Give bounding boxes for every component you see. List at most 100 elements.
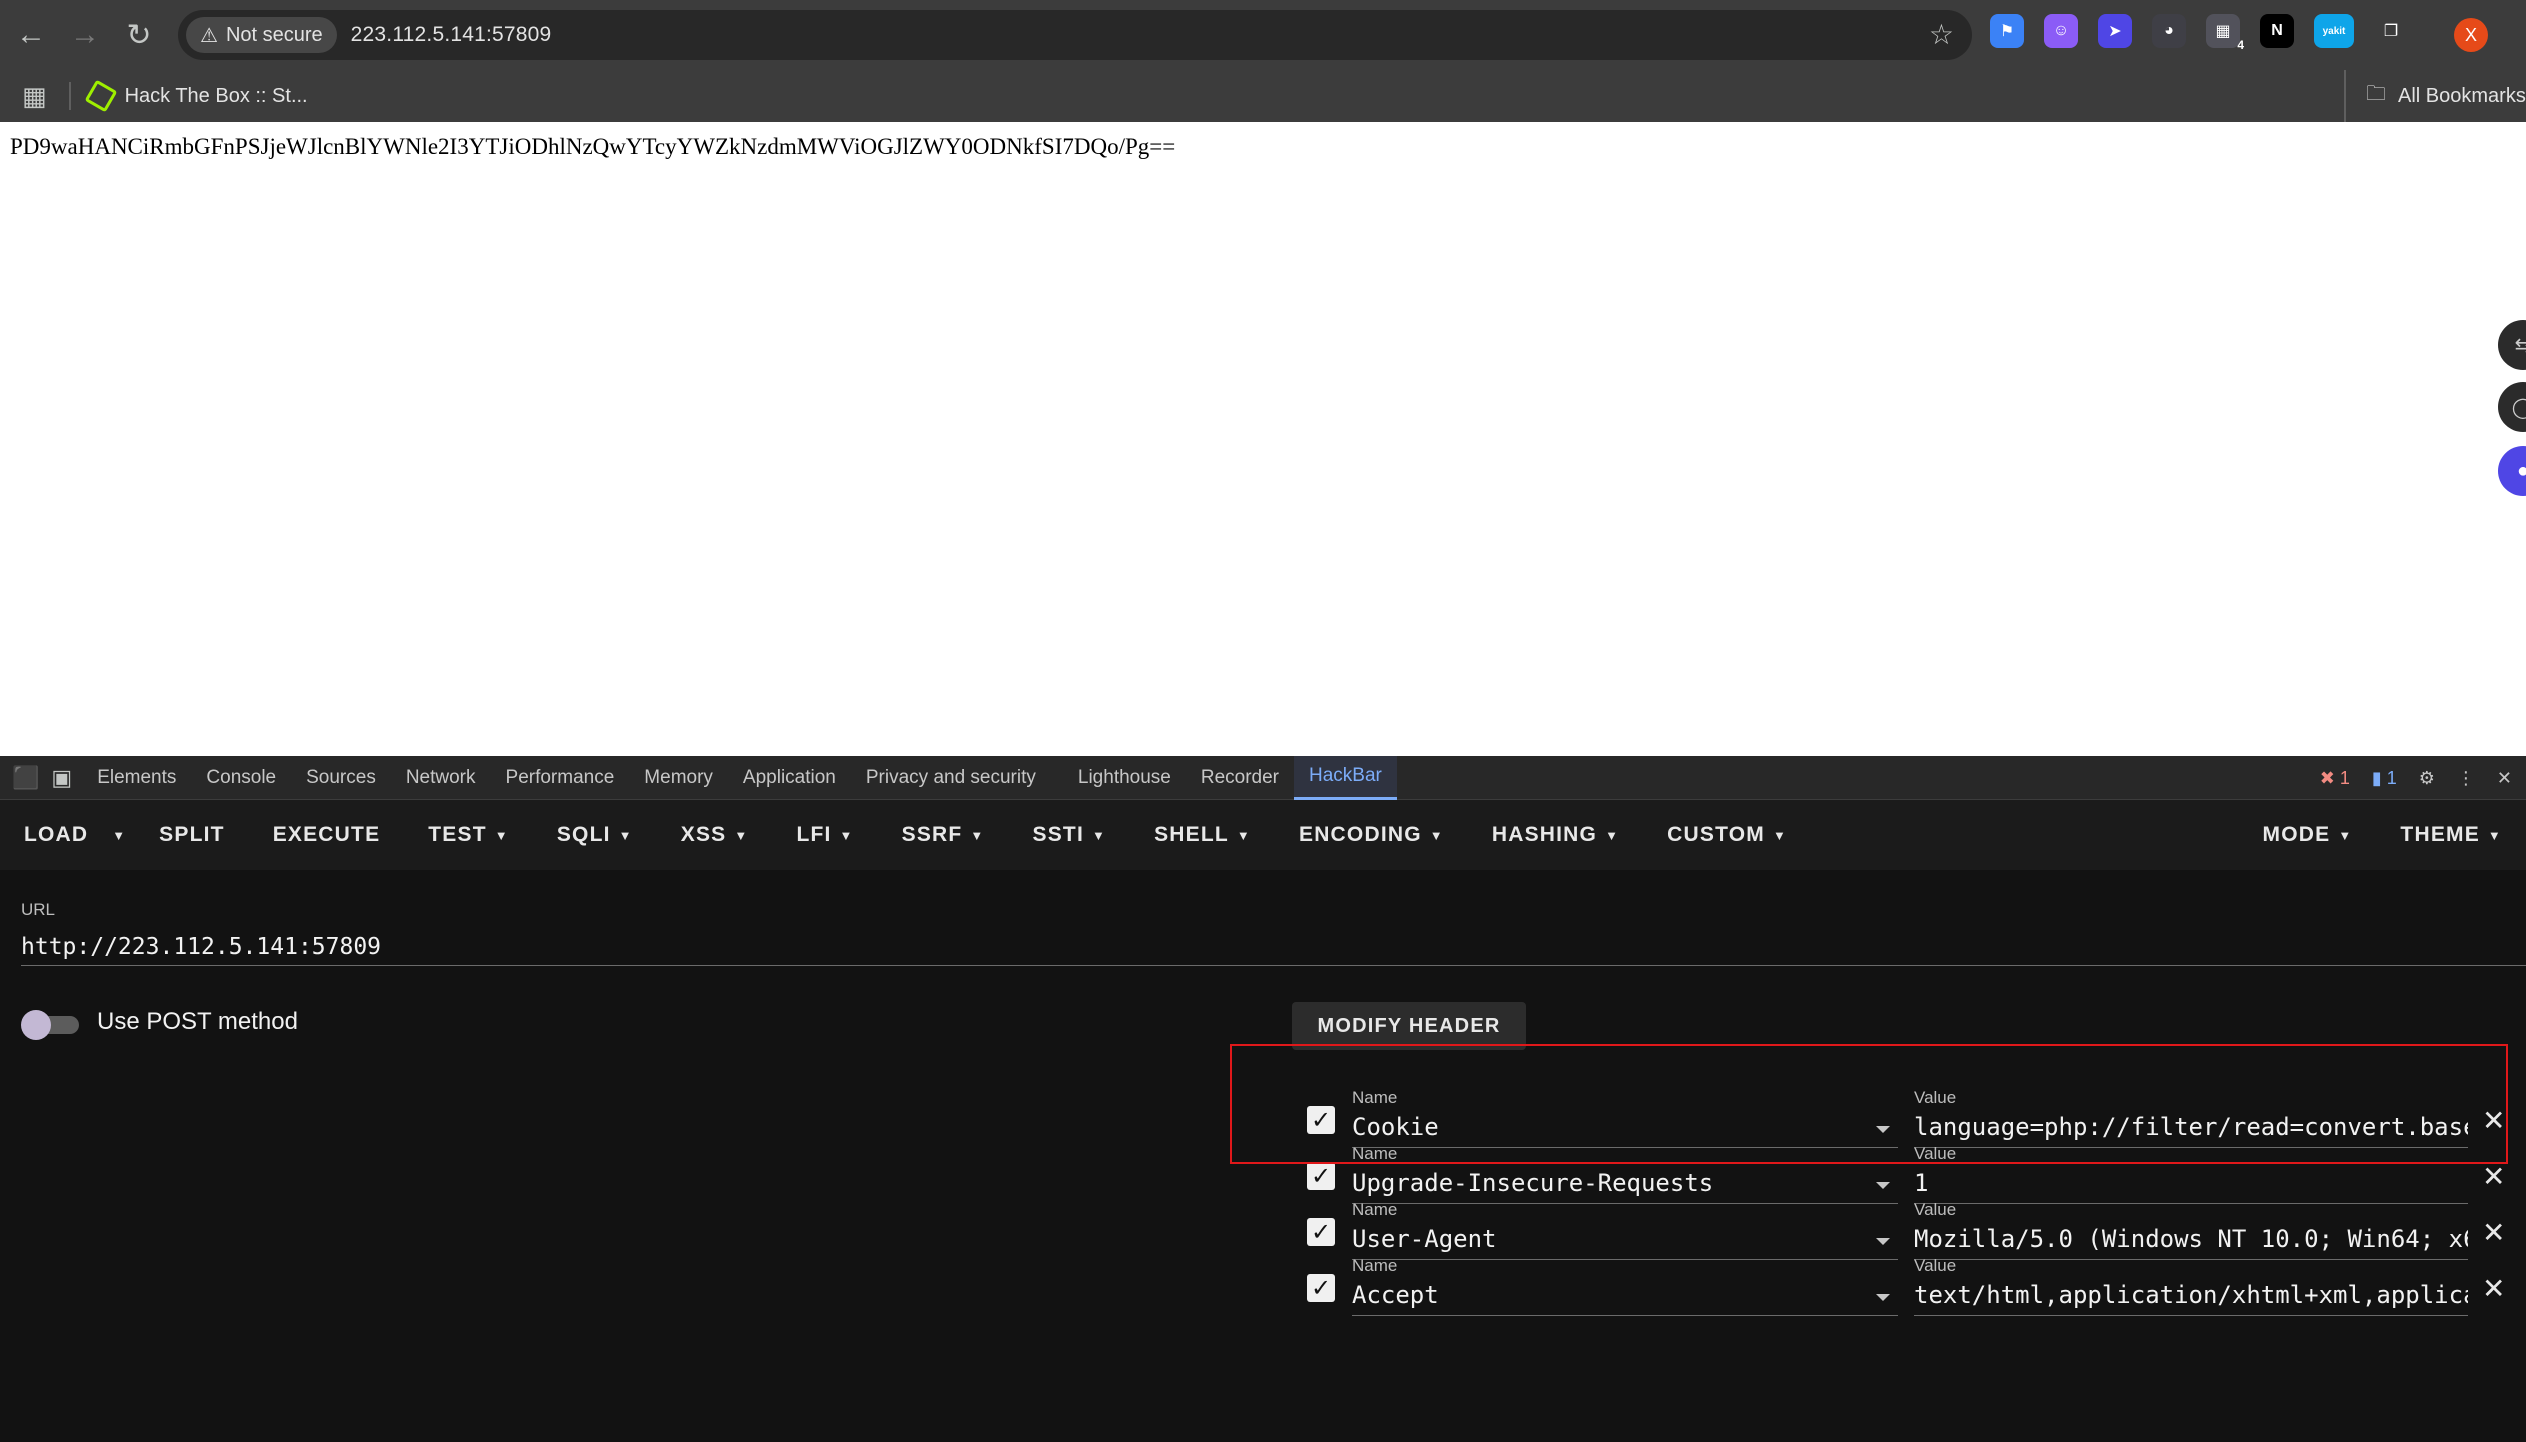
encoding-button[interactable]: ENCODING ▼: [1275, 800, 1468, 870]
message-count: 1: [2386, 767, 2397, 788]
reload-icon[interactable]: ↻: [112, 8, 166, 62]
header-enabled-checkbox[interactable]: ✓: [1307, 1274, 1335, 1302]
caret-down-icon: ▼: [734, 827, 749, 843]
ghost-extension-icon[interactable]: ◕: [2152, 14, 2186, 48]
caret-down-icon: ▼: [1605, 827, 1620, 843]
header-name-label: Name: [1352, 1144, 1398, 1163]
yakit-extension-icon[interactable]: yakit: [2314, 14, 2354, 48]
apps-grid-icon[interactable]: ▦: [22, 81, 47, 112]
extensions-row: ⚑ ☺ ➤ ◕ ▦ 4 Nyakit ❐: [1990, 14, 2408, 52]
folder-icon: 🗀: [2366, 83, 2386, 105]
ssrf-button[interactable]: SSRF ▼: [878, 800, 1009, 870]
url-label: URL: [21, 900, 56, 919]
caret-down-icon: ▼: [1091, 827, 1107, 843]
profile-avatar[interactable]: X: [2454, 18, 2488, 52]
split-button[interactable]: SPLIT: [135, 800, 249, 870]
qr-extension-icon[interactable]: ▦ 4: [2206, 14, 2244, 52]
ssti-label: SSTI: [1032, 823, 1084, 846]
ssti-button[interactable]: SSTI ▼: [1009, 800, 1131, 870]
tab-network[interactable]: Network: [391, 756, 491, 800]
execute-button[interactable]: EXECUTE: [249, 800, 405, 870]
floating-translate-icon[interactable]: ⇆: [2498, 320, 2526, 370]
theme-caret-icon: ▼: [2487, 827, 2502, 843]
url-input[interactable]: [21, 928, 2526, 966]
page-content: PD9waHANCiRmbGFnPSJjeWJlcnBlYWNle2I3YTJi…: [0, 122, 2526, 756]
remove-header-icon[interactable]: ✕: [2482, 1272, 2505, 1305]
bookmark-star-icon[interactable]: ☆: [1929, 18, 1954, 51]
post-method-label: Use POST method: [97, 1008, 298, 1035]
extension-badge: 4: [2237, 38, 2244, 52]
security-chip[interactable]: ⚠ Not secure: [186, 17, 337, 53]
caret-down-icon: ▼: [494, 827, 509, 843]
hackbar-toolbar: LOAD ▼ SPLIT EXECUTE TEST ▼ SQLI ▼ XSS ▼ LFI ▼ SSR…: [0, 800, 2526, 870]
tab-memory[interactable]: Memory: [629, 756, 728, 800]
caret-down-icon: ▼: [839, 827, 854, 843]
bookmark-hackthebox[interactable]: Hack The Box :: St...: [84, 79, 308, 113]
address-text[interactable]: 223.112.5.141:57809: [351, 23, 552, 47]
error-counter[interactable]: ✖ 1: [2320, 768, 2350, 789]
tab-sources[interactable]: Sources: [291, 756, 391, 800]
hackbar-right-buttons: MODE ▼ THEME ▼: [2239, 800, 2526, 870]
header-name-field[interactable]: Accept: [1352, 1276, 1898, 1316]
page-output-text: PD9waHANCiRmbGFnPSJjeWJlcnBlYWNle2I3YTJi…: [10, 134, 1176, 159]
puzzle-extension-icon[interactable]: ❐: [2374, 14, 2408, 48]
xss-button[interactable]: XSS ▼: [657, 800, 773, 870]
floating-assistant-icon[interactable]: ●: [2498, 446, 2526, 496]
post-method-toggle[interactable]: [21, 1010, 79, 1040]
tab-console[interactable]: Console: [191, 756, 291, 800]
back-icon[interactable]: ←: [4, 8, 58, 62]
custom-button[interactable]: CUSTOM ▼: [1643, 800, 1811, 870]
more-options-icon[interactable]: ⋮: [2457, 768, 2475, 789]
lfi-label: LFI: [796, 823, 832, 846]
hackbar-buttons: SPLIT EXECUTE TEST ▼ SQLI ▼ XSS ▼ LFI ▼ SSRF ▼ SSTI ▼…: [135, 800, 1811, 870]
close-devtools-icon[interactable]: ✕: [2497, 768, 2512, 789]
modify-header-button[interactable]: MODIFY HEADER: [1292, 1002, 1526, 1050]
header-row: ✓ Name Accept Value text/html,application/xh…: [1292, 1236, 2526, 1326]
tab-performance[interactable]: Performance: [491, 756, 630, 800]
hashing-button[interactable]: HASHING ▼: [1468, 800, 1643, 870]
warning-icon: ⚠: [200, 24, 218, 47]
purple-extension-icon[interactable]: ☺: [2044, 14, 2078, 48]
caret-down-icon: ▼: [1429, 827, 1444, 843]
tab-application[interactable]: Application: [728, 756, 851, 800]
message-counter[interactable]: ▮ 1: [2372, 768, 2397, 789]
tab-recorder[interactable]: Recorder: [1186, 756, 1294, 800]
floating-tool-icon[interactable]: ◯: [2498, 382, 2526, 432]
forward-icon[interactable]: →: [58, 8, 112, 62]
devtools-status: ✖ 1 ▮ 1 ⚙ ⋮ ✕: [2320, 756, 2526, 800]
mode-button[interactable]: MODE ▼: [2239, 800, 2377, 870]
translate-extension-icon[interactable]: ⚑: [1990, 14, 2024, 48]
lfi-button[interactable]: LFI ▼: [772, 800, 877, 870]
tab-privacy-and-security[interactable]: Privacy and security: [851, 756, 1051, 800]
caret-down-icon: ▼: [1773, 827, 1788, 843]
shell-button[interactable]: SHELL ▼: [1130, 800, 1275, 870]
all-bookmarks-button[interactable]: 🗀 All Bookmarks: [2344, 70, 2526, 122]
all-bookmarks-label: All Bookmarks: [2398, 84, 2526, 107]
theme-button[interactable]: THEME ▼: [2376, 800, 2526, 870]
toggle-knob: [21, 1010, 51, 1040]
caret-down-icon: ▼: [618, 827, 633, 843]
settings-gear-icon[interactable]: ⚙: [2419, 768, 2435, 789]
browser-chrome: ← → ↻ ⚠ Not secure 223.112.5.141:57809 ☆…: [0, 0, 2526, 122]
header-name-dropdown-icon[interactable]: [1876, 1294, 1890, 1301]
bookmarks-divider: [68, 82, 71, 110]
error-count: 1: [2339, 767, 2350, 788]
sqli-button[interactable]: SQLI ▼: [533, 800, 657, 870]
devtools-panel: ⬛ ▣ Elements Console Sources Network Perform…: [0, 755, 2526, 1442]
tab-lighthouse[interactable]: Lighthouse: [1063, 756, 1186, 800]
security-label: Not secure: [225, 23, 323, 46]
device-toolbar-icon[interactable]: ▣: [51, 765, 72, 791]
devtools-tab-bar: ⬛ ▣ Elements Console Sources Network Perform…: [0, 755, 2526, 800]
send-extension-icon[interactable]: ➤: [2098, 14, 2132, 48]
header-value-field[interactable]: text/html,application/xhtml+xml,applicat…: [1914, 1276, 2468, 1316]
inspect-element-icon[interactable]: ⬛: [12, 765, 39, 791]
address-bar[interactable]: ⚠ Not secure 223.112.5.141:57809 ☆: [178, 10, 1972, 60]
load-dropdown-caret-icon[interactable]: ▼: [102, 828, 135, 843]
mode-label: MODE: [2262, 823, 2331, 846]
notion-extension-icon[interactable]: N: [2260, 14, 2294, 48]
header-name-label: Name: [1352, 1088, 1398, 1107]
load-button[interactable]: LOAD: [0, 800, 102, 870]
tab-elements[interactable]: Elements: [82, 756, 191, 800]
test-button[interactable]: TEST ▼: [404, 800, 533, 870]
tab-hackbar[interactable]: HackBar: [1294, 755, 1397, 800]
